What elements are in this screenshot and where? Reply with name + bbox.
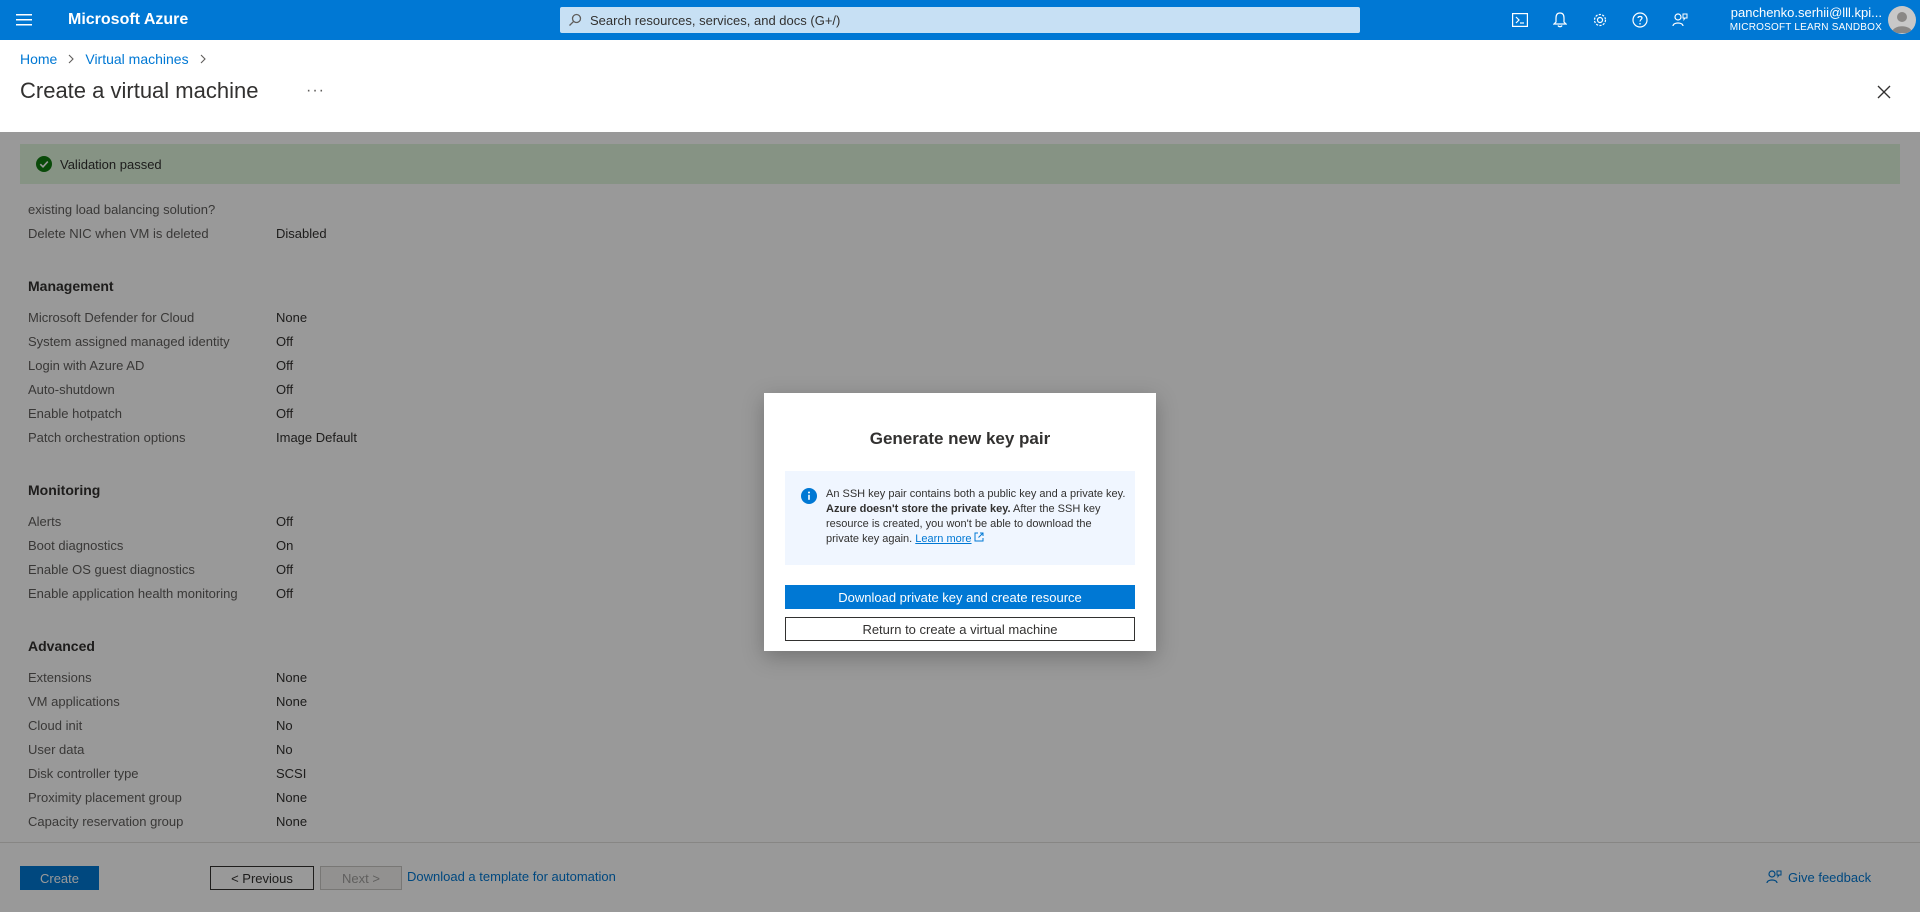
learn-more-link[interactable]: Learn more [915, 533, 971, 545]
help-icon [1632, 12, 1648, 28]
more-options-button[interactable]: ··· [306, 82, 325, 100]
hamburger-icon [16, 14, 32, 26]
bell-icon [1553, 12, 1567, 28]
info-text-bold: Azure doesn't store the private key. [826, 503, 1011, 515]
external-link-icon [974, 532, 984, 542]
notifications-button[interactable] [1540, 0, 1580, 40]
account-menu[interactable]: panchenko.serhii@lll.kpi... MICROSOFT LE… [1730, 5, 1882, 34]
avatar[interactable] [1888, 6, 1916, 34]
user-avatar-icon [1892, 12, 1912, 33]
info-message-box: An SSH key pair contains both a public k… [785, 471, 1135, 565]
breadcrumb-virtual-machines[interactable]: Virtual machines [85, 51, 188, 67]
search-placeholder: Search resources, services, and docs (G+… [590, 12, 841, 28]
return-to-create-button[interactable]: Return to create a virtual machine [785, 617, 1135, 641]
account-user-name: panchenko.serhii@lll.kpi... [1730, 5, 1882, 20]
info-icon [801, 488, 817, 504]
settings-button[interactable] [1580, 0, 1620, 40]
feedback-person-icon [1672, 13, 1688, 27]
search-icon [569, 13, 582, 26]
breadcrumb-home[interactable]: Home [20, 51, 57, 67]
info-message-text: An SSH key pair contains both a public k… [826, 487, 1126, 547]
dialog-title: Generate new key pair [869, 429, 1051, 448]
gear-icon [1593, 13, 1607, 27]
download-private-key-button[interactable]: Download private key and create resource [785, 585, 1135, 609]
brand-logo-text[interactable]: Microsoft Azure [68, 11, 188, 29]
page-title: Create a virtual machine [20, 78, 259, 103]
chevron-right-icon [199, 54, 207, 64]
close-icon [1877, 85, 1891, 99]
breadcrumb: Home Virtual machines [20, 51, 217, 67]
account-tenant-name: MICROSOFT LEARN SANDBOX [1729, 22, 1882, 33]
help-button[interactable] [1620, 0, 1660, 40]
top-bar: Microsoft Azure Search resources, servic… [0, 0, 1920, 40]
portal-menu-button[interactable] [0, 0, 48, 40]
close-blade-button[interactable] [1872, 80, 1896, 104]
info-text-part1: An SSH key pair contains both a public k… [826, 488, 1126, 500]
feedback-button[interactable] [1660, 0, 1700, 40]
global-search-box[interactable]: Search resources, services, and docs (G+… [560, 7, 1360, 33]
cloud-shell-icon [1512, 13, 1528, 27]
generate-key-pair-dialog: Generate new key pair An SSH key pair co… [764, 393, 1156, 651]
cloud-shell-button[interactable] [1500, 0, 1540, 40]
learn-more-label: Learn more [915, 533, 972, 545]
chevron-right-icon [67, 54, 75, 64]
